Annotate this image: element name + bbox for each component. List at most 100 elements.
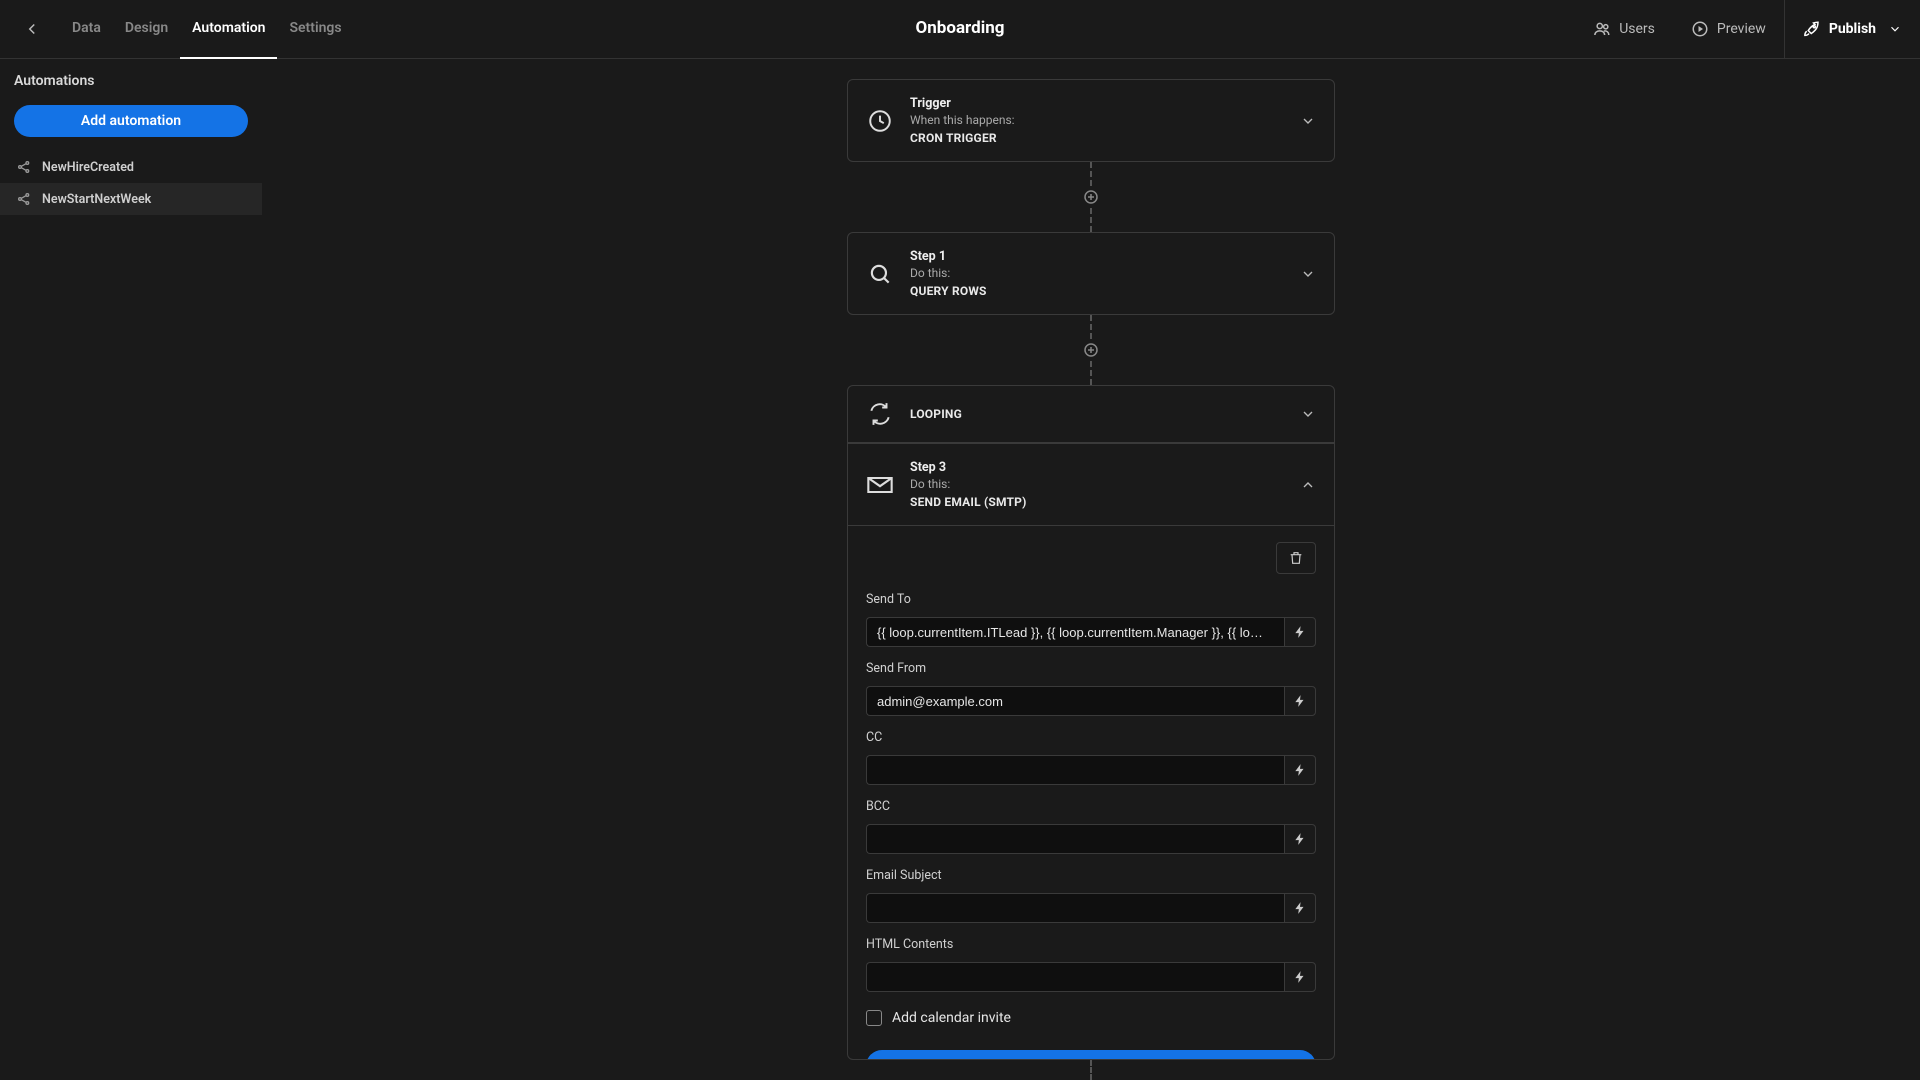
sidebar-item-label: NewHireCreated — [42, 160, 134, 175]
bcc-input[interactable] — [866, 824, 1284, 854]
step3-card-header[interactable]: Step 3 Do this: SEND EMAIL (SMTP) — [848, 443, 1334, 525]
step3-collapse[interactable] — [1300, 477, 1316, 493]
top-bar-left: Data Design Automation Settings — [16, 0, 354, 59]
chevron-down-icon — [1888, 22, 1902, 36]
tab-label: Automation — [192, 20, 265, 36]
tab-label: Data — [72, 20, 101, 36]
preview-button[interactable]: Preview — [1673, 0, 1784, 59]
top-bar-right: Users Preview Publish — [1575, 0, 1920, 59]
step1-card-header[interactable]: Step 1 Do this: QUERY ROWS — [848, 233, 1334, 314]
tab-data[interactable]: Data — [60, 0, 113, 59]
tab-automation[interactable]: Automation — [180, 0, 277, 59]
sidebar-heading: Automations — [0, 59, 262, 99]
step3-type: SEND EMAIL (SMTP) — [910, 495, 1284, 509]
html-row — [866, 962, 1316, 992]
rocket-icon — [1803, 20, 1821, 38]
send-from-row — [866, 686, 1316, 716]
cc-binding-button[interactable] — [1284, 755, 1316, 785]
subject-binding-button[interactable] — [1284, 893, 1316, 923]
sidebar-item-label: NewStartNextWeek — [42, 192, 151, 207]
add-automation-button[interactable]: Add automation — [14, 105, 248, 137]
tab-label: Design — [125, 20, 168, 36]
bolt-icon — [1293, 970, 1307, 984]
trigger-expand[interactable] — [1300, 113, 1316, 129]
connector-line — [1090, 315, 1092, 339]
connector-line — [1090, 162, 1092, 186]
bcc-label: BCC — [866, 799, 1316, 814]
plus-circle-icon — [1082, 341, 1100, 359]
step3-sub: Do this: — [910, 477, 1284, 491]
cc-label: CC — [866, 730, 1316, 745]
add-step-button[interactable] — [1082, 341, 1100, 359]
bolt-icon — [1293, 901, 1307, 915]
automation-canvas[interactable]: Trigger When this happens: CRON TRIGGER — [262, 59, 1920, 1080]
trigger-card-header[interactable]: Trigger When this happens: CRON TRIGGER — [848, 80, 1334, 161]
subject-label: Email Subject — [866, 868, 1316, 883]
users-label: Users — [1619, 21, 1655, 37]
send-to-row — [866, 617, 1316, 647]
bolt-icon — [1293, 832, 1307, 846]
arrow-left-icon — [23, 20, 41, 38]
send-from-label: Send From — [866, 661, 1316, 676]
step1-type: QUERY ROWS — [910, 284, 1284, 298]
trigger-sub: When this happens: — [910, 113, 1284, 127]
subject-row — [866, 893, 1316, 923]
html-binding-button[interactable] — [1284, 962, 1316, 992]
loop-expand[interactable] — [1300, 406, 1316, 422]
trigger-type: CRON TRIGGER — [910, 131, 1284, 145]
cc-row — [866, 755, 1316, 785]
connector — [847, 162, 1335, 232]
trigger-label: Trigger — [910, 96, 1284, 111]
publish-button[interactable]: Publish — [1785, 0, 1920, 59]
bolt-icon — [1293, 694, 1307, 708]
step1-titles: Step 1 Do this: QUERY ROWS — [910, 249, 1284, 298]
calendar-invite-checkbox[interactable] — [866, 1010, 882, 1026]
html-input[interactable] — [866, 962, 1284, 992]
publish-label: Publish — [1829, 21, 1876, 37]
calendar-invite-label: Add calendar invite — [892, 1010, 1011, 1026]
add-step-button[interactable] — [1082, 188, 1100, 206]
sidebar-item[interactable]: NewStartNextWeek — [0, 183, 262, 215]
connector — [847, 1060, 1335, 1080]
calendar-invite-row: Add calendar invite — [866, 1010, 1316, 1026]
send-to-binding-button[interactable] — [1284, 617, 1316, 647]
finish-test-button[interactable]: Finish and test automation — [866, 1050, 1316, 1060]
subject-input[interactable] — [866, 893, 1284, 923]
send-from-input[interactable] — [866, 686, 1284, 716]
users-button[interactable]: Users — [1575, 0, 1673, 59]
trigger-titles: Trigger When this happens: CRON TRIGGER — [910, 96, 1284, 145]
loop-type: LOOPING — [910, 407, 962, 421]
tab-design[interactable]: Design — [113, 0, 180, 59]
share-icon — [16, 191, 32, 207]
trash-icon — [1288, 550, 1304, 566]
sidebar-item[interactable]: NewHireCreated — [0, 151, 262, 183]
clock-icon — [866, 107, 894, 135]
tab-settings[interactable]: Settings — [277, 0, 353, 59]
add-automation-label: Add automation — [81, 113, 181, 129]
delete-step-button[interactable] — [1276, 542, 1316, 574]
connector-line — [1090, 208, 1092, 232]
tab-label: Settings — [289, 20, 341, 36]
step3-label: Step 3 — [910, 460, 1284, 475]
cc-input[interactable] — [866, 755, 1284, 785]
connector-line — [1090, 361, 1092, 385]
send-from-binding-button[interactable] — [1284, 686, 1316, 716]
app-body: Automations Add automation NewHireCreate… — [0, 59, 1920, 1080]
connector-line — [1090, 1060, 1092, 1080]
loop-icon — [866, 400, 894, 428]
bcc-binding-button[interactable] — [1284, 824, 1316, 854]
search-icon — [866, 260, 894, 288]
back-button[interactable] — [16, 13, 48, 45]
step1-sub: Do this: — [910, 266, 1284, 280]
trigger-card: Trigger When this happens: CRON TRIGGER — [847, 79, 1335, 162]
chevron-down-icon — [1300, 406, 1316, 422]
step3-toolbar — [866, 542, 1316, 574]
loop-header[interactable]: LOOPING — [848, 386, 1334, 443]
loop-block: LOOPING Step 3 Do this: SEND EMAIL (SMTP… — [847, 385, 1335, 1060]
step1-card: Step 1 Do this: QUERY ROWS — [847, 232, 1335, 315]
sidebar: Automations Add automation NewHireCreate… — [0, 59, 262, 1080]
connector — [847, 315, 1335, 385]
send-to-input[interactable] — [866, 617, 1284, 647]
bolt-icon — [1293, 625, 1307, 639]
step1-expand[interactable] — [1300, 266, 1316, 282]
